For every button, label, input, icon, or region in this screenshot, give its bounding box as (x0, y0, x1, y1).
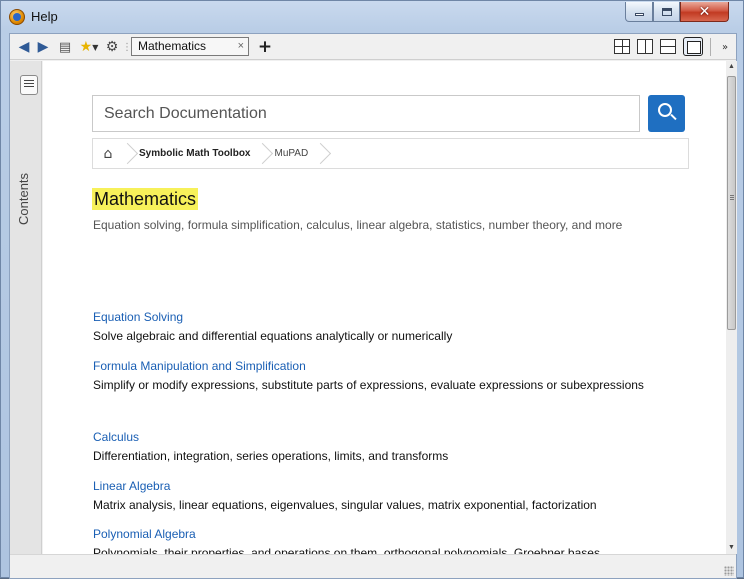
minimize-button[interactable] (625, 2, 653, 22)
section-description: Solve algebraic and differential equatio… (93, 329, 453, 343)
scrollbar-thumb[interactable] (727, 76, 736, 330)
resize-grip-icon[interactable] (724, 566, 734, 576)
vertical-scrollbar[interactable]: ▲ ▼ (726, 61, 737, 554)
back-arrow-icon[interactable]: ◀ (16, 38, 32, 56)
section-link[interactable]: Formula Manipulation and Simplification (93, 358, 703, 375)
single-pane-icon[interactable] (683, 37, 703, 56)
minimize-icon (634, 13, 644, 16)
page-title: Mathematics (92, 188, 199, 210)
section-link[interactable]: Equation Solving (93, 309, 703, 326)
search-input[interactable] (93, 96, 639, 131)
vertical-split-icon[interactable] (637, 39, 653, 54)
tab-label: Mathematics (138, 39, 207, 53)
tab-mathematics[interactable]: Mathematics × (131, 37, 249, 56)
maximize-button[interactable] (653, 2, 680, 22)
section-polynomial-algebra: Polynomial Algebra Polynomials, their pr… (93, 526, 703, 554)
search-box (92, 95, 640, 132)
star-icon[interactable]: ★ ▼ (78, 38, 100, 56)
print-icon[interactable]: ▤ (56, 38, 74, 56)
help-app-icon (9, 9, 25, 25)
status-bar (10, 554, 736, 578)
documentation-panel: ⌂ Symbolic Math Toolbox MuPAD Mathematic… (43, 61, 726, 554)
section-link[interactable]: Linear Algebra (93, 478, 703, 495)
new-tab-button[interactable]: + (258, 37, 272, 57)
toolbar: ◀ ▶ ▤ ★ ▼ ⚙ ⋮ Mathematics × + » (10, 34, 736, 60)
horizontal-split-icon[interactable] (660, 39, 676, 54)
maximize-icon (661, 7, 672, 16)
scroll-down-icon[interactable]: ▼ (726, 542, 737, 554)
title-bar[interactable]: Help ✕ (1, 1, 744, 33)
gear-icon[interactable]: ⚙ (104, 38, 120, 56)
section-description: Simplify or modify expressions, substitu… (93, 378, 644, 392)
grid-layout-icon[interactable] (614, 39, 630, 54)
toolbar-grip-icon: ⋮ (122, 41, 132, 53)
section-equation-solving: Equation Solving Solve algebraic and dif… (93, 309, 703, 347)
contents-rail: Contents (10, 61, 42, 554)
help-window: Help ✕ ◀ ▶ ▤ ★ ▼ ⚙ ⋮ Mathematics × + » C… (0, 0, 744, 579)
section-link[interactable]: Calculus (93, 429, 703, 446)
toolbar-divider (710, 38, 711, 56)
breadcrumb-item[interactable]: Symbolic Math Toolbox (133, 148, 258, 159)
breadcrumb: ⌂ Symbolic Math Toolbox MuPAD (92, 138, 689, 169)
scroll-up-icon[interactable]: ▲ (726, 61, 737, 73)
section-description: Matrix analysis, linear equations, eigen… (93, 498, 597, 512)
page-description: Equation solving, formula simplification… (93, 218, 623, 232)
section-description: Polynomials, their properties, and opera… (93, 546, 600, 554)
toolbar-overflow-icon[interactable]: » (719, 38, 731, 56)
contents-toggle-icon[interactable] (20, 75, 38, 95)
section-link[interactable]: Polynomial Algebra (93, 526, 703, 543)
section-description: Differentiation, integration, series ope… (93, 449, 449, 463)
close-icon: ✕ (698, 3, 711, 20)
section-formula-manipulation: Formula Manipulation and Simplification … (93, 358, 703, 396)
tab-close-icon[interactable]: × (238, 38, 244, 55)
window-title: Help (31, 9, 58, 24)
forward-arrow-icon[interactable]: ▶ (35, 38, 51, 56)
client-area: ◀ ▶ ▤ ★▼ ⚙ ⋮ Mathematics × + » Contents (9, 33, 737, 579)
close-button[interactable]: ✕ (680, 2, 729, 22)
contents-tab[interactable]: Contents (16, 145, 31, 225)
search-button[interactable] (648, 95, 685, 132)
section-calculus: Calculus Differentiation, integration, s… (93, 429, 703, 467)
section-linear-algebra: Linear Algebra Matrix analysis, linear e… (93, 478, 703, 516)
